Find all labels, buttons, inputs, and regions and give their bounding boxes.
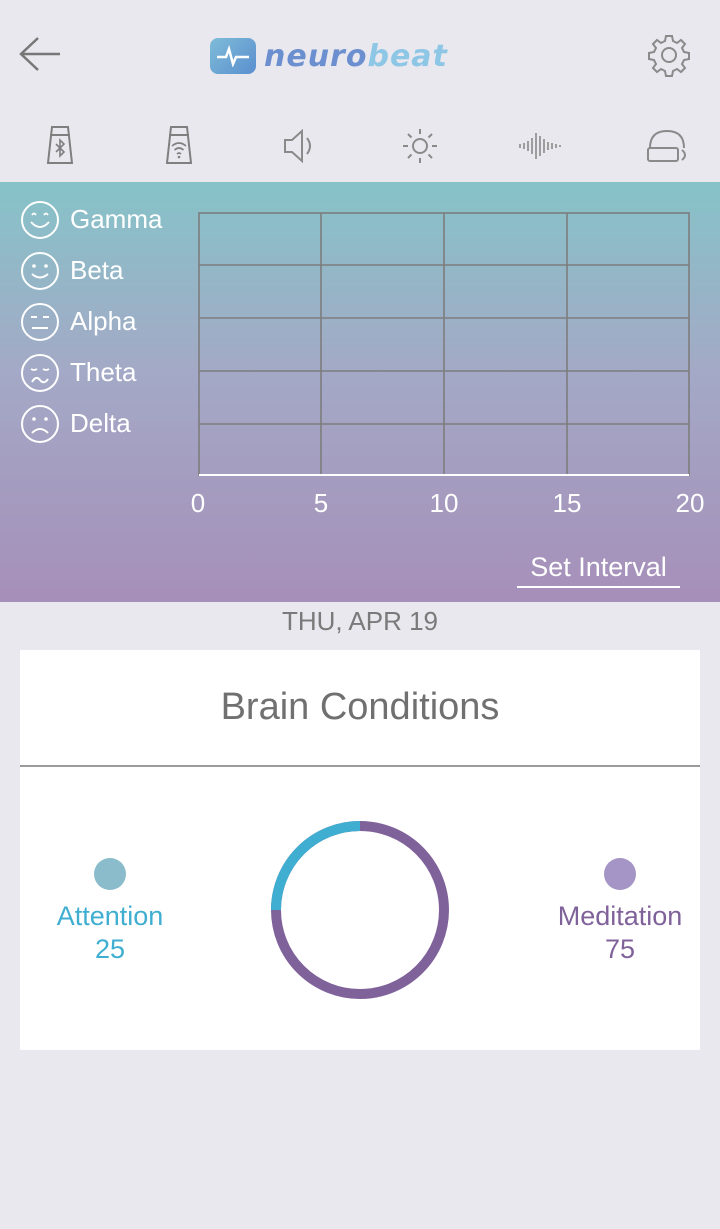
back-button[interactable] [18,34,64,74]
very-sad-face-icon [21,404,59,443]
neutral-face-icon [21,302,59,341]
x-tick: 10 [429,488,459,518]
meditation-value: 75 [604,934,636,964]
conditions-ring [271,821,449,999]
x-tick: 0 [190,488,206,518]
sad-face-icon [21,353,59,392]
brightness-icon [403,129,437,163]
waveform-button[interactable] [517,124,561,168]
brightness-button[interactable] [398,124,442,168]
speaker-icon [284,128,311,164]
wave-legend: Gamma Beta Alpha Theta Delta [20,194,162,449]
meditation-stat: Meditation 75 [540,858,700,966]
legend-item-beta: Beta [20,245,162,296]
meditation-label: Meditation [557,901,683,931]
device-toolbar [0,110,720,182]
headset-button[interactable] [645,124,689,168]
brain-conditions-card: Brain Conditions Attention 25 Meditation… [20,650,700,1050]
legend-item-theta: Theta [20,347,162,398]
x-tick: 5 [313,488,329,518]
pulse-logo-icon [210,38,256,74]
very-happy-face-icon [21,200,59,239]
legend-label: Alpha [70,306,137,336]
legend-item-alpha: Alpha [20,296,162,347]
wifi-device-icon [165,126,193,164]
bluetooth-device-icon [46,126,74,164]
legend-item-gamma: Gamma [20,194,162,245]
arrow-left-icon [19,37,60,71]
legend-label: Beta [70,255,124,285]
meditation-dot [604,858,636,890]
settings-button[interactable] [646,32,692,78]
volume-button[interactable] [277,124,321,168]
logo-text: neurobeat [264,39,448,74]
logo-text-beat: beat [367,38,448,74]
legend-label: Delta [70,408,131,438]
legend-label: Gamma [70,204,163,234]
x-tick: 15 [552,488,582,518]
top-bar: neurobeat [0,0,720,110]
app-logo: neurobeat [210,36,448,76]
bluetooth-device-button[interactable] [38,124,82,168]
legend-label: Theta [70,357,137,387]
waveform-icon [519,133,561,159]
headset-icon [647,129,686,162]
attention-label: Attention [56,901,164,931]
brainwave-graph-panel: Gamma Beta Alpha Theta Delta 0 5 10 15 2… [0,182,720,602]
divider [20,765,700,767]
x-tick: 20 [675,488,705,518]
graph-grid [198,212,690,476]
logo-text-neuro: neuro [264,38,368,74]
attention-value: 25 [94,934,126,964]
gear-icon [648,35,690,77]
attention-dot [94,858,126,890]
wifi-device-button[interactable] [157,124,201,168]
happy-face-icon [21,251,59,290]
attention-stat: Attention 25 [40,858,180,966]
card-title: Brain Conditions [220,686,500,728]
date-label: THU, APR 19 [281,606,439,636]
set-interval-button[interactable]: Set Interval [517,552,680,588]
legend-item-delta: Delta [20,398,162,449]
